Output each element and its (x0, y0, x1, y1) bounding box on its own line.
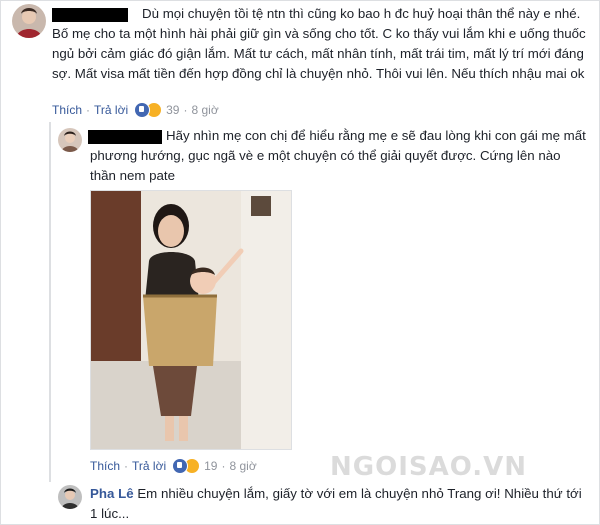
watermark: NGOISAO.VN (330, 452, 528, 482)
reaction-count: 19 (204, 459, 218, 473)
commenter-avatar[interactable] (12, 4, 46, 38)
reply-avatar[interactable] (58, 128, 82, 152)
commenter-name[interactable]: Pha Lê (90, 486, 134, 501)
like-link[interactable]: Thích (90, 459, 120, 473)
reply-text: Hãy nhìn mẹ con chị để hiểu rằng mẹ e sẽ… (90, 128, 586, 183)
comment-text: Dù mọi chuyện tồi tệ ntn thì cũng ko bao… (52, 6, 586, 81)
timestamp[interactable]: 8 giờ (191, 103, 218, 117)
like-reaction-icon (172, 458, 189, 474)
separator: · (183, 103, 188, 117)
reaction-summary[interactable]: 19 (172, 458, 217, 474)
separator: · (124, 459, 129, 473)
reaction-summary[interactable]: 39 (134, 102, 179, 118)
like-reaction-icon (134, 102, 151, 118)
reply-avatar[interactable] (58, 485, 82, 509)
reply-text: Pha Lê Em nhiều chuyện lắm, giấy tờ với … (90, 484, 590, 524)
separator: · (221, 459, 226, 473)
reply-thread-line (49, 122, 51, 482)
like-link[interactable]: Thích (52, 103, 82, 117)
comment-actions: Thích · Trả lời 39 · 8 giờ (52, 102, 219, 118)
attached-photo[interactable] (90, 190, 292, 450)
reply-link[interactable]: Trả lời (132, 459, 166, 473)
timestamp[interactable]: 8 giờ (229, 459, 256, 473)
reaction-count: 39 (166, 103, 180, 117)
reply-actions: Thích · Trả lời 19 · 8 giờ (90, 458, 257, 474)
reply-link[interactable]: Trả lời (94, 103, 128, 117)
separator: · (86, 103, 91, 117)
reply-message: Em nhiều chuyện lắm, giấy tờ với em là c… (90, 486, 582, 521)
